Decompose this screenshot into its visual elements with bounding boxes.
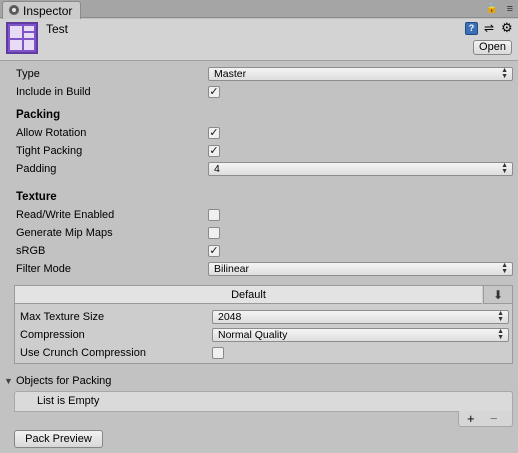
dropdown-arrow-icon: ▲ ▼: [497, 310, 504, 323]
filter-mode-label: Filter Mode: [16, 263, 72, 275]
mip-maps-checkbox[interactable]: [208, 227, 220, 239]
crunch-checkbox[interactable]: [212, 347, 224, 359]
pack-preview-button[interactable]: Pack Preview: [14, 430, 103, 448]
remove-item-button[interactable]: −: [490, 412, 498, 426]
mip-maps-label: Generate Mip Maps: [16, 227, 113, 239]
sprite-atlas-icon: [6, 22, 38, 54]
allow-rotation-checkbox[interactable]: ✓: [208, 127, 220, 139]
padding-dropdown[interactable]: 4 ▲ ▼: [208, 162, 513, 176]
open-button[interactable]: Open: [473, 40, 512, 55]
asset-title: Test: [46, 22, 69, 36]
read-write-label: Read/Write Enabled: [16, 209, 115, 221]
allow-rotation-label: Allow Rotation: [16, 127, 87, 139]
max-texture-size-label: Max Texture Size: [20, 311, 105, 323]
type-label: Type: [16, 68, 40, 80]
srgb-checkbox[interactable]: ✓: [208, 245, 220, 257]
read-write-checkbox[interactable]: [208, 209, 220, 221]
padding-value: 4: [214, 163, 220, 175]
compression-dropdown[interactable]: Normal Quality ▲ ▼: [212, 328, 509, 342]
add-item-button[interactable]: +: [467, 412, 475, 426]
padding-label: Padding: [16, 163, 57, 175]
foldout-arrow-icon[interactable]: ▼: [4, 376, 13, 386]
dropdown-arrow-icon: ▲ ▼: [497, 328, 504, 341]
objects-list: List is Empty: [14, 391, 513, 412]
check-icon: ✓: [209, 245, 219, 257]
tab-menu-icon[interactable]: ≡: [507, 3, 514, 15]
packing-heading: Packing: [16, 109, 61, 121]
type-dropdown[interactable]: Master ▲ ▼: [208, 67, 513, 81]
dropdown-arrow-icon: ▲ ▼: [501, 262, 508, 275]
include-in-build-checkbox[interactable]: ✓: [208, 86, 220, 98]
srgb-label: sRGB: [16, 245, 46, 257]
download-icon[interactable]: ⬇: [483, 286, 512, 304]
list-empty-text: List is Empty: [37, 395, 100, 407]
objects-for-packing-heading[interactable]: Objects for Packing: [16, 374, 111, 388]
tight-packing-label: Tight Packing: [16, 145, 83, 157]
tight-packing-checkbox[interactable]: ✓: [208, 145, 220, 157]
max-texture-size-dropdown[interactable]: 2048 ▲ ▼: [212, 310, 509, 324]
compression-value: Normal Quality: [218, 329, 288, 341]
dropdown-arrow-icon: ▲ ▼: [501, 162, 508, 175]
lock-icon[interactable]: 🔒: [486, 3, 498, 14]
tab-label: Inspector: [23, 4, 73, 18]
inspector-header: [0, 19, 518, 61]
help-icon[interactable]: ?: [465, 22, 478, 35]
compression-label: Compression: [20, 329, 85, 341]
texture-heading: Texture: [16, 191, 57, 203]
max-texture-size-value: 2048: [218, 311, 242, 323]
tab-default-platform[interactable]: Default: [15, 286, 482, 304]
check-icon: ✓: [209, 86, 219, 98]
include-in-build-label: Include in Build: [16, 86, 91, 98]
crunch-label: Use Crunch Compression: [20, 347, 146, 359]
filter-mode-value: Bilinear: [214, 263, 250, 275]
check-icon: ✓: [209, 127, 219, 139]
preset-icon[interactable]: ⇌: [484, 22, 497, 35]
gear-icon[interactable]: ⚙: [501, 21, 514, 35]
inspector-icon: [9, 5, 19, 15]
filter-mode-dropdown[interactable]: Bilinear ▲ ▼: [208, 262, 513, 276]
check-icon: ✓: [209, 145, 219, 157]
dropdown-arrow-icon: ▲ ▼: [501, 67, 508, 80]
type-value: Master: [214, 68, 247, 80]
tab-inspector[interactable]: Inspector: [2, 1, 81, 19]
